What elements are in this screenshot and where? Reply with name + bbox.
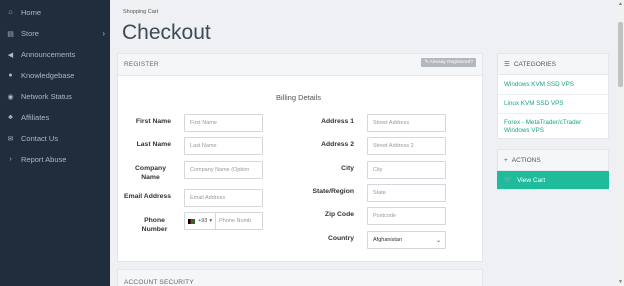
company-name-input[interactable]: Company Name (Option	[184, 161, 263, 179]
sidebar-item-label: Announcements	[21, 50, 76, 59]
address-2-input[interactable]: Street Address 2	[367, 137, 446, 155]
home-icon: ⌂	[8, 9, 13, 16]
address-1-label: Address 1	[321, 118, 354, 125]
city-label: City	[341, 165, 354, 172]
categories-header: ☰ CATEGORIES	[498, 54, 608, 75]
sidebar-item-knowledgebase[interactable]: ● Knowledgebase	[0, 65, 110, 86]
sidebar-item-label: Contact Us	[21, 134, 59, 143]
last-name-label: Last Name	[136, 141, 171, 148]
country-code-selector[interactable]: +93 ▾	[188, 213, 217, 229]
plus-icon: +	[504, 156, 508, 164]
afghanistan-flag-icon	[188, 218, 195, 224]
sidebar-item-network-status[interactable]: ◉ Network Status	[0, 86, 110, 107]
address-2-label: Address 2	[321, 141, 354, 148]
address-1-input[interactable]: Street Address	[367, 114, 446, 132]
cart-icon: 🛒	[504, 177, 513, 184]
phone-placeholder: Phone Numb	[219, 218, 252, 224]
state-region-label: State/Region	[312, 188, 354, 195]
phone-number-label: Phone Number	[141, 217, 168, 233]
country-select[interactable]: Afghanistan ⌄	[367, 231, 446, 249]
sidebar-item-home[interactable]: ⌂ Home	[0, 2, 110, 23]
actions-header: + ACTIONS	[498, 150, 608, 171]
register-heading: REGISTER	[124, 61, 159, 68]
sidebar-item-label: Home	[21, 8, 42, 17]
country-code: +93	[198, 218, 208, 224]
first-name-label: First Name	[135, 118, 171, 125]
caret-down-icon: ⌄	[435, 237, 441, 244]
register-panel-header: REGISTER ✎ Already Registered?	[118, 54, 482, 76]
scroll-thumb[interactable]	[618, 22, 623, 87]
view-cart-label: View Cart	[517, 176, 546, 184]
actions-heading: ACTIONS	[511, 156, 541, 164]
envelope-icon: ✉	[7, 135, 14, 143]
sidebar-item-report-abuse[interactable]: › Report Abuse	[0, 149, 110, 170]
sidebar-item-contact-us[interactable]: ✉ Contact Us	[0, 128, 110, 149]
megaphone-icon: ◀	[7, 51, 14, 59]
phone-number-input[interactable]: +93 ▾ Phone Numb	[184, 212, 263, 230]
scroll-up-icon[interactable]: ▲	[618, 1, 623, 7]
zip-code-label: Zip Code	[324, 211, 354, 218]
categories-heading: CATEGORIES	[513, 60, 556, 68]
sidebar-item-label: Knowledgebase	[21, 71, 75, 80]
email-address-label: Email Address	[124, 193, 171, 200]
chevron-right-icon: ›	[9, 156, 12, 163]
first-name-input[interactable]: First Name	[184, 114, 263, 132]
info-icon: ●	[8, 72, 13, 79]
sidebar-item-label: Network Status	[21, 92, 72, 101]
account-security-heading: ACCOUNT SECURITY	[124, 279, 194, 286]
state-input[interactable]: State	[367, 184, 446, 202]
sidebar-item-label: Report Abuse	[21, 155, 67, 164]
sidebar-item-affiliates[interactable]: ♣ Affiliates	[0, 107, 110, 128]
store-icon: ▤	[7, 30, 14, 38]
chevron-right-icon: ›	[102, 29, 105, 38]
country-label: Country	[327, 235, 354, 242]
billing-details-title: Billing Details	[276, 93, 322, 102]
sidebar-item-announcements[interactable]: ◀ Announcements	[0, 44, 110, 65]
sidebar-item-store[interactable]: ▤ Store ›	[0, 23, 110, 44]
categories-panel: ☰ CATEGORIES Windows KVM SSD VPS Linux K…	[497, 53, 609, 139]
sidebar: ⌂ Home ▤ Store › ◀ Announcements ● Knowl…	[0, 0, 110, 286]
category-link[interactable]: Linux KVM SSD VPS	[498, 95, 608, 114]
email-address-input[interactable]: Email Address	[184, 189, 263, 207]
users-icon: ♣	[8, 114, 13, 121]
zip-code-input[interactable]: Postcode	[367, 207, 446, 225]
sidebar-item-label: Store	[21, 29, 39, 38]
sidebar-item-label: Affiliates	[21, 113, 50, 122]
category-link[interactable]: Forex - MetaTrader/cTrader Windows VPS	[498, 114, 608, 139]
breadcrumb[interactable]: Shopping Cart	[123, 9, 158, 15]
city-input[interactable]: City	[367, 161, 446, 179]
list-icon: ☰	[504, 61, 510, 68]
country-value: Afghanistan	[373, 237, 403, 243]
company-name-label: Company Name	[135, 165, 166, 181]
account-security-header: ACCOUNT SECURITY	[118, 270, 482, 286]
view-cart-button[interactable]: 🛒 View Cart	[497, 171, 609, 189]
already-registered-button[interactable]: ✎ Already Registered?	[421, 58, 476, 67]
globe-icon: ◉	[7, 93, 14, 101]
last-name-input[interactable]: Last Name	[184, 137, 263, 155]
account-security-panel: ACCOUNT SECURITY	[117, 269, 483, 286]
page-title: Checkout	[122, 21, 211, 44]
scrollbar[interactable]: ▲ ▼	[617, 0, 624, 286]
caret-down-icon: ▾	[209, 218, 213, 224]
scroll-down-icon[interactable]: ▼	[618, 279, 623, 285]
category-link[interactable]: Windows KVM SSD VPS	[498, 75, 608, 95]
